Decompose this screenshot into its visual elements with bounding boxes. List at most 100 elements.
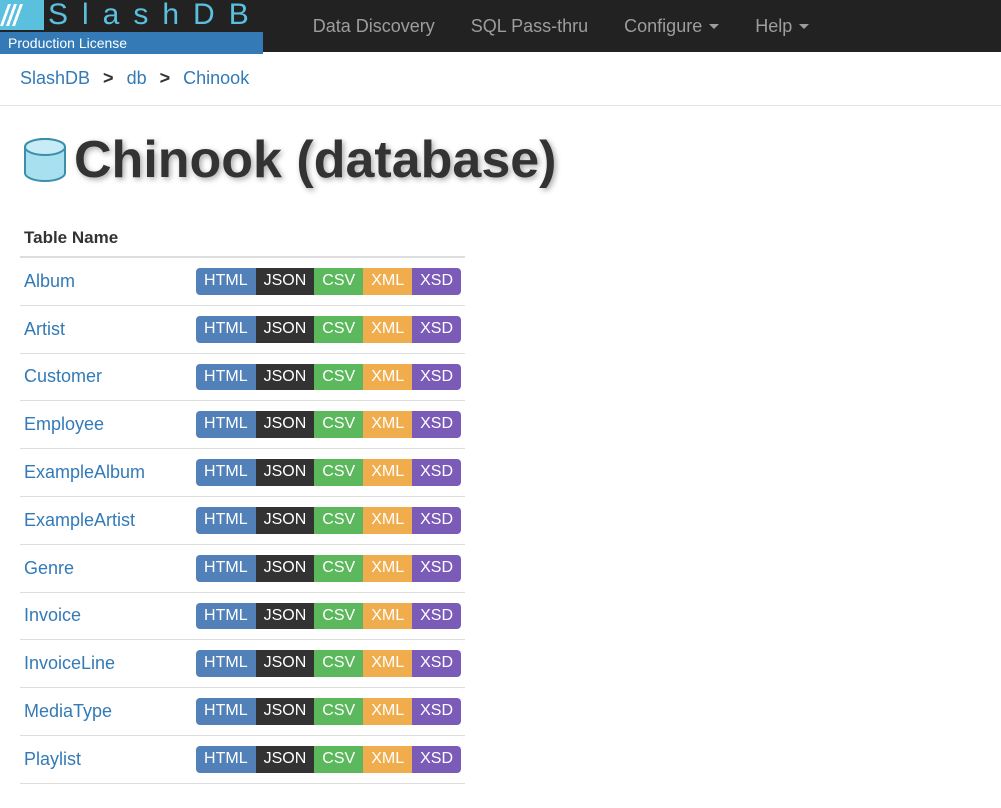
chevron-down-icon <box>799 24 809 29</box>
xml-badge[interactable]: XML <box>363 650 412 677</box>
xml-badge[interactable]: XML <box>363 411 412 438</box>
table-name-link[interactable]: Customer <box>24 366 102 387</box>
page-title: Chinook (database) <box>74 130 557 190</box>
xml-badge[interactable]: XML <box>363 268 412 295</box>
format-badges: HTMLJSONCSVXMLXSD <box>196 698 461 725</box>
nav-data-discovery[interactable]: Data Discovery <box>295 2 453 51</box>
xsd-badge[interactable]: XSD <box>412 603 461 630</box>
csv-badge[interactable]: CSV <box>314 555 363 582</box>
json-badge[interactable]: JSON <box>256 316 315 343</box>
format-badges: HTMLJSONCSVXMLXSD <box>196 459 461 486</box>
table-row: Playlist HTMLJSONCSVXMLXSD <box>20 736 465 784</box>
xml-badge[interactable]: XML <box>363 555 412 582</box>
format-badges: HTMLJSONCSVXMLXSD <box>196 316 461 343</box>
format-badges: HTMLJSONCSVXMLXSD <box>196 746 461 773</box>
csv-badge[interactable]: CSV <box>314 603 363 630</box>
nav-configure-label: Configure <box>624 16 702 37</box>
format-badges: HTMLJSONCSVXMLXSD <box>196 603 461 630</box>
csv-badge[interactable]: CSV <box>314 411 363 438</box>
json-badge[interactable]: JSON <box>256 746 315 773</box>
json-badge[interactable]: JSON <box>256 268 315 295</box>
database-icon <box>20 135 70 185</box>
html-badge[interactable]: HTML <box>196 698 256 725</box>
breadcrumb-item[interactable]: SlashDB <box>20 68 90 88</box>
table-row: InvoiceLine HTMLJSONCSVXMLXSD <box>20 640 465 688</box>
xml-badge[interactable]: XML <box>363 698 412 725</box>
format-badges: HTMLJSONCSVXMLXSD <box>196 507 461 534</box>
xsd-badge[interactable]: XSD <box>412 364 461 391</box>
csv-badge[interactable]: CSV <box>314 650 363 677</box>
json-badge[interactable]: JSON <box>256 603 315 630</box>
chevron-down-icon <box>709 24 719 29</box>
json-badge[interactable]: JSON <box>256 411 315 438</box>
html-badge[interactable]: HTML <box>196 603 256 630</box>
csv-badge[interactable]: CSV <box>314 364 363 391</box>
main-content: Chinook (database) Table Name AlbumHTMLJ… <box>0 106 1001 808</box>
json-badge[interactable]: JSON <box>256 507 315 534</box>
html-badge[interactable]: HTML <box>196 316 256 343</box>
csv-badge[interactable]: CSV <box>314 268 363 295</box>
html-badge[interactable]: HTML <box>196 507 256 534</box>
table-name-link[interactable]: ExampleAlbum <box>24 462 145 483</box>
table-name-link[interactable]: Album <box>24 271 75 292</box>
brand[interactable]: SlashDB Production License <box>0 0 263 54</box>
page-title-wrap: Chinook (database) <box>20 130 981 190</box>
table-row: Album HTMLJSONCSVXMLXSD <box>20 258 465 306</box>
license-badge: Production License <box>0 32 263 54</box>
csv-badge[interactable]: CSV <box>314 316 363 343</box>
table-name-link[interactable]: ExampleArtist <box>24 510 135 531</box>
xml-badge[interactable]: XML <box>363 507 412 534</box>
nav-help-label: Help <box>755 16 792 37</box>
xml-badge[interactable]: XML <box>363 746 412 773</box>
csv-badge[interactable]: CSV <box>314 507 363 534</box>
html-badge[interactable]: HTML <box>196 364 256 391</box>
csv-badge[interactable]: CSV <box>314 698 363 725</box>
xsd-badge[interactable]: XSD <box>412 650 461 677</box>
json-badge[interactable]: JSON <box>256 650 315 677</box>
table-row: MediaType HTMLJSONCSVXMLXSD <box>20 688 465 736</box>
xml-badge[interactable]: XML <box>363 459 412 486</box>
navbar: SlashDB Production License Data Discover… <box>0 0 1001 52</box>
xml-badge[interactable]: XML <box>363 364 412 391</box>
xsd-badge[interactable]: XSD <box>412 459 461 486</box>
table-name-link[interactable]: Artist <box>24 319 65 340</box>
table-row: Customer HTMLJSONCSVXMLXSD <box>20 354 465 402</box>
breadcrumb-item[interactable]: Chinook <box>183 68 249 88</box>
nav-items: Data Discovery SQL Pass-thru Configure H… <box>295 2 828 51</box>
xml-badge[interactable]: XML <box>363 316 412 343</box>
xsd-badge[interactable]: XSD <box>412 507 461 534</box>
nav-sql-passthru[interactable]: SQL Pass-thru <box>453 2 606 51</box>
nav-help[interactable]: Help <box>737 2 827 51</box>
table-name-link[interactable]: Playlist <box>24 749 81 770</box>
html-badge[interactable]: HTML <box>196 555 256 582</box>
xsd-badge[interactable]: XSD <box>412 555 461 582</box>
table-row: ExampleArtist HTMLJSONCSVXMLXSD <box>20 497 465 545</box>
json-badge[interactable]: JSON <box>256 555 315 582</box>
xsd-badge[interactable]: XSD <box>412 746 461 773</box>
xsd-badge[interactable]: XSD <box>412 316 461 343</box>
json-badge[interactable]: JSON <box>256 459 315 486</box>
csv-badge[interactable]: CSV <box>314 746 363 773</box>
json-badge[interactable]: JSON <box>256 698 315 725</box>
table-row: Employee HTMLJSONCSVXMLXSD <box>20 401 465 449</box>
breadcrumb-separator: > <box>152 68 179 88</box>
csv-badge[interactable]: CSV <box>314 459 363 486</box>
nav-configure[interactable]: Configure <box>606 2 737 51</box>
table-name-link[interactable]: InvoiceLine <box>24 653 115 674</box>
breadcrumb-item[interactable]: db <box>127 68 147 88</box>
html-badge[interactable]: HTML <box>196 268 256 295</box>
xml-badge[interactable]: XML <box>363 603 412 630</box>
html-badge[interactable]: HTML <box>196 411 256 438</box>
table-name-link[interactable]: Invoice <box>24 605 81 626</box>
json-badge[interactable]: JSON <box>256 364 315 391</box>
xsd-badge[interactable]: XSD <box>412 268 461 295</box>
table-name-link[interactable]: MediaType <box>24 701 112 722</box>
html-badge[interactable]: HTML <box>196 459 256 486</box>
html-badge[interactable]: HTML <box>196 746 256 773</box>
table-name-link[interactable]: Genre <box>24 558 74 579</box>
xsd-badge[interactable]: XSD <box>412 698 461 725</box>
xsd-badge[interactable]: XSD <box>412 411 461 438</box>
table-row: Invoice HTMLJSONCSVXMLXSD <box>20 593 465 641</box>
table-name-link[interactable]: Employee <box>24 414 104 435</box>
html-badge[interactable]: HTML <box>196 650 256 677</box>
